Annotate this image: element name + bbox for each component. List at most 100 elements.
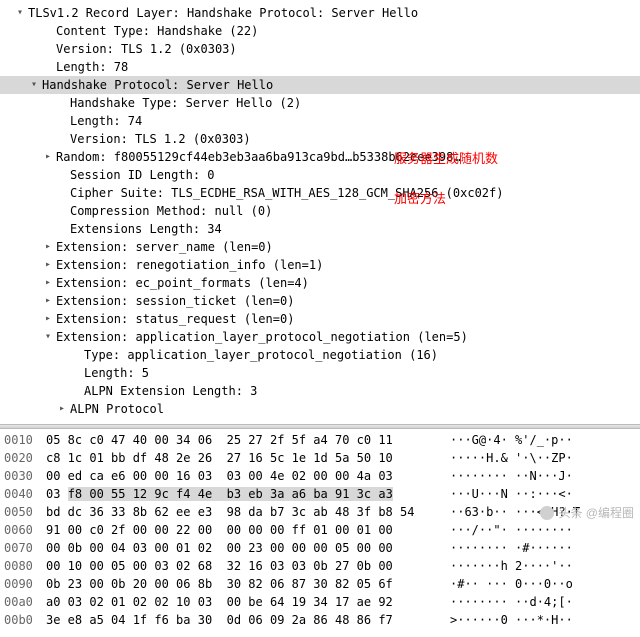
tree-row[interactable]: ▸Extension: status_request (len=0) [0, 310, 640, 328]
watermark-icon [540, 506, 554, 520]
expand-toggle-icon[interactable]: ▸ [42, 274, 54, 292]
tree-label: Extension: application_layer_protocol_ne… [54, 328, 470, 346]
expand-toggle-icon[interactable]: ▸ [42, 148, 54, 166]
hex-bytes: 0b 23 00 0b 20 00 06 8b 30 82 06 87 30 8… [46, 575, 444, 593]
tree-label: ALPN Extension Length: 3 [82, 382, 259, 400]
tree-label: Extension: ec_point_formats (len=4) [54, 274, 311, 292]
hex-bytes: 03 f8 00 55 12 9c f4 4e b3 eb 3a a6 ba 9… [46, 485, 444, 503]
tree-label: Extension: session_ticket (len=0) [54, 292, 296, 310]
hex-row[interactable]: 0020c8 1c 01 bb df 48 2e 26 27 16 5c 1e … [0, 449, 640, 467]
tree-label: Version: TLS 1.2 (0x0303) [54, 40, 239, 58]
hex-ascii: ···G@·4· %'/_·p·· [444, 431, 573, 449]
expand-toggle-icon[interactable]: ▸ [42, 238, 54, 256]
hex-row[interactable]: 00b03e e8 a5 04 1f f6 ba 30 0d 06 09 2a … [0, 611, 640, 629]
expand-toggle-icon[interactable]: ▸ [42, 310, 54, 328]
expand-toggle-icon[interactable]: ▾ [14, 4, 26, 22]
hex-row[interactable]: 003000 ed ca e6 00 00 16 03 03 00 4e 02 … [0, 467, 640, 485]
packet-details-tree[interactable]: ▾TLSv1.2 Record Layer: Handshake Protoco… [0, 0, 640, 424]
hex-row[interactable]: 001005 8c c0 47 40 00 34 06 25 27 2f 5f … [0, 431, 640, 449]
hex-offset: 00b0 [0, 611, 46, 629]
hex-offset: 0020 [0, 449, 46, 467]
hex-ascii: >······0 ···*·H·· [444, 611, 573, 629]
tree-label: Extension: server_name (len=0) [54, 238, 275, 256]
hex-bytes: c8 1c 01 bb df 48 2e 26 27 16 5c 1e 1d 5… [46, 449, 444, 467]
tree-row[interactable]: ▾TLSv1.2 Record Layer: Handshake Protoco… [0, 4, 640, 22]
tree-label: Type: application_layer_protocol_negotia… [82, 346, 440, 364]
tree-label: TLSv1.2 Record Layer: Handshake Protocol… [26, 4, 420, 22]
tree-row[interactable]: Length: 74 [0, 112, 640, 130]
tree-row[interactable]: Length: 5 [0, 364, 640, 382]
hex-offset: 0040 [0, 485, 46, 503]
tree-label: Content Type: Handshake (22) [54, 22, 260, 40]
tree-row[interactable]: Version: TLS 1.2 (0x0303) [0, 40, 640, 58]
tree-label: Cipher Suite: TLS_ECDHE_RSA_WITH_AES_128… [68, 184, 505, 202]
hex-bytes: bd dc 36 33 8b 62 ee e3 98 da b7 3c ab 4… [46, 503, 444, 521]
expand-toggle-icon[interactable]: ▾ [28, 76, 40, 94]
watermark: 头条 @编程圈 [540, 504, 634, 521]
tree-row[interactable]: ▸Extension: server_name (len=0) [0, 238, 640, 256]
tree-label: Session ID Length: 0 [68, 166, 217, 184]
tree-row[interactable]: Compression Method: null (0) [0, 202, 640, 220]
tree-row[interactable]: Content Type: Handshake (22) [0, 22, 640, 40]
tree-label: Handshake Type: Server Hello (2) [68, 94, 303, 112]
tree-row[interactable]: ▸Extension: renegotiation_info (len=1) [0, 256, 640, 274]
tree-row[interactable]: ▸Extension: ec_point_formats (len=4) [0, 274, 640, 292]
tree-row[interactable]: ALPN Extension Length: 3 [0, 382, 640, 400]
hex-offset: 00a0 [0, 593, 46, 611]
hex-bytes: 00 0b 00 04 03 00 01 02 00 23 00 00 00 0… [46, 539, 444, 557]
hex-row[interactable]: 00a0a0 03 02 01 02 02 10 03 00 be 64 19 … [0, 593, 640, 611]
tree-row[interactable]: ▾Handshake Protocol: Server Hello [0, 76, 640, 94]
tree-label: Compression Method: null (0) [68, 202, 274, 220]
tree-label: Random: f80055129cf44eb3eb3aa6ba913ca9bd… [54, 148, 463, 166]
tree-row[interactable]: Cipher Suite: TLS_ECDHE_RSA_WITH_AES_128… [0, 184, 640, 202]
tree-row[interactable]: Version: TLS 1.2 (0x0303) [0, 130, 640, 148]
hex-bytes: 00 10 00 05 00 03 02 68 32 16 03 03 0b 2… [46, 557, 444, 575]
tree-label: Extensions Length: 34 [68, 220, 224, 238]
hex-offset: 0010 [0, 431, 46, 449]
hex-ascii: ···/··"· ········ [444, 521, 573, 539]
tree-label: Extension: renegotiation_info (len=1) [54, 256, 325, 274]
hex-bytes: 05 8c c0 47 40 00 34 06 25 27 2f 5f a4 7… [46, 431, 444, 449]
hex-offset: 0030 [0, 467, 46, 485]
hex-ascii: ········ ·#······ [444, 539, 573, 557]
tree-row[interactable]: ▾Extension: application_layer_protocol_n… [0, 328, 640, 346]
hex-row[interactable]: 00900b 23 00 0b 20 00 06 8b 30 82 06 87 … [0, 575, 640, 593]
hex-ascii: ·#·· ··· 0···0··o [444, 575, 573, 593]
expand-toggle-icon[interactable]: ▸ [42, 292, 54, 310]
hex-row[interactable]: 007000 0b 00 04 03 00 01 02 00 23 00 00 … [0, 539, 640, 557]
hex-row[interactable]: 006091 00 c0 2f 00 00 22 00 00 00 00 ff … [0, 521, 640, 539]
tree-row[interactable]: ▸ALPN Protocol [0, 400, 640, 418]
tree-row[interactable]: Extensions Length: 34 [0, 220, 640, 238]
hex-offset: 0090 [0, 575, 46, 593]
packet-bytes-pane[interactable]: 001005 8c c0 47 40 00 34 06 25 27 2f 5f … [0, 429, 640, 631]
expand-toggle-icon[interactable]: ▸ [42, 256, 54, 274]
hex-offset: 0050 [0, 503, 46, 521]
tree-label: ALPN Protocol [68, 400, 166, 418]
hex-row[interactable]: 004003 f8 00 55 12 9c f4 4e b3 eb 3a a6 … [0, 485, 640, 503]
hex-bytes: 91 00 c0 2f 00 00 22 00 00 00 00 ff 01 0… [46, 521, 444, 539]
hex-bytes: 00 ed ca e6 00 00 16 03 03 00 4e 02 00 0… [46, 467, 444, 485]
tree-label: Handshake Protocol: Server Hello [40, 76, 275, 94]
hex-row[interactable]: 008000 10 00 05 00 03 02 68 32 16 03 03 … [0, 557, 640, 575]
hex-ascii: ········ ··d·4;[· [444, 593, 573, 611]
watermark-text: 头条 @编程圈 [558, 504, 634, 521]
hex-bytes: a0 03 02 01 02 02 10 03 00 be 64 19 34 1… [46, 593, 444, 611]
tree-row[interactable]: ▸Extension: session_ticket (len=0) [0, 292, 640, 310]
tree-row[interactable]: Type: application_layer_protocol_negotia… [0, 346, 640, 364]
tree-row[interactable]: Handshake Type: Server Hello (2) [0, 94, 640, 112]
tree-row[interactable]: Length: 78 [0, 58, 640, 76]
hex-offset: 0070 [0, 539, 46, 557]
tree-label: Extension: status_request (len=0) [54, 310, 296, 328]
hex-offset: 0060 [0, 521, 46, 539]
tree-row[interactable]: ▸Random: f80055129cf44eb3eb3aa6ba913ca9b… [0, 148, 640, 166]
expand-toggle-icon[interactable]: ▾ [42, 328, 54, 346]
hex-ascii: ········ ··N···J· [444, 467, 573, 485]
tree-label: Length: 74 [68, 112, 144, 130]
tree-row[interactable]: Session ID Length: 0 [0, 166, 640, 184]
hex-offset: 0080 [0, 557, 46, 575]
hex-ascii: ·······h 2····'·· [444, 557, 573, 575]
tree-label: Length: 78 [54, 58, 130, 76]
expand-toggle-icon[interactable]: ▸ [56, 400, 68, 418]
tree-label: Version: TLS 1.2 (0x0303) [68, 130, 253, 148]
hex-ascii: ···U···N ··:···<· [444, 485, 573, 503]
